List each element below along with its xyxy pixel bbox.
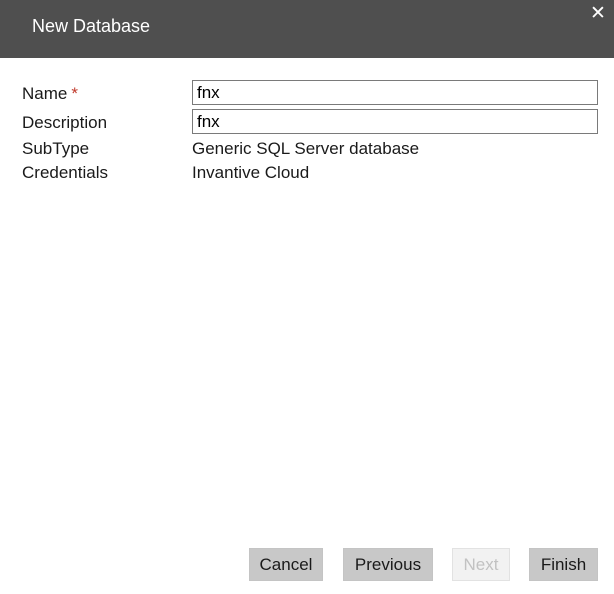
required-marker: *	[71, 84, 78, 103]
subtype-value: Generic SQL Server database	[192, 139, 420, 158]
close-icon[interactable]: ✕	[588, 3, 608, 25]
dialog-title: New Database	[32, 16, 151, 36]
credentials-value: Invantive Cloud	[192, 163, 310, 182]
previous-button[interactable]: Previous	[343, 548, 433, 581]
next-button[interactable]: Next	[452, 548, 510, 581]
cancel-button[interactable]: Cancel	[249, 548, 323, 581]
description-input[interactable]	[192, 109, 598, 134]
description-label: Description	[22, 113, 108, 132]
new-database-dialog: New Database ✕ Name* Description SubType…	[0, 0, 614, 594]
name-label: Name *	[22, 84, 78, 104]
name-input[interactable]	[192, 80, 598, 105]
name-label-text: Name	[22, 84, 68, 103]
credentials-label: Credentials	[22, 163, 108, 182]
dialog-titlebar: New Database ✕	[0, 0, 614, 58]
subtype-label: SubType	[22, 139, 90, 158]
finish-button[interactable]: Finish	[529, 548, 598, 581]
